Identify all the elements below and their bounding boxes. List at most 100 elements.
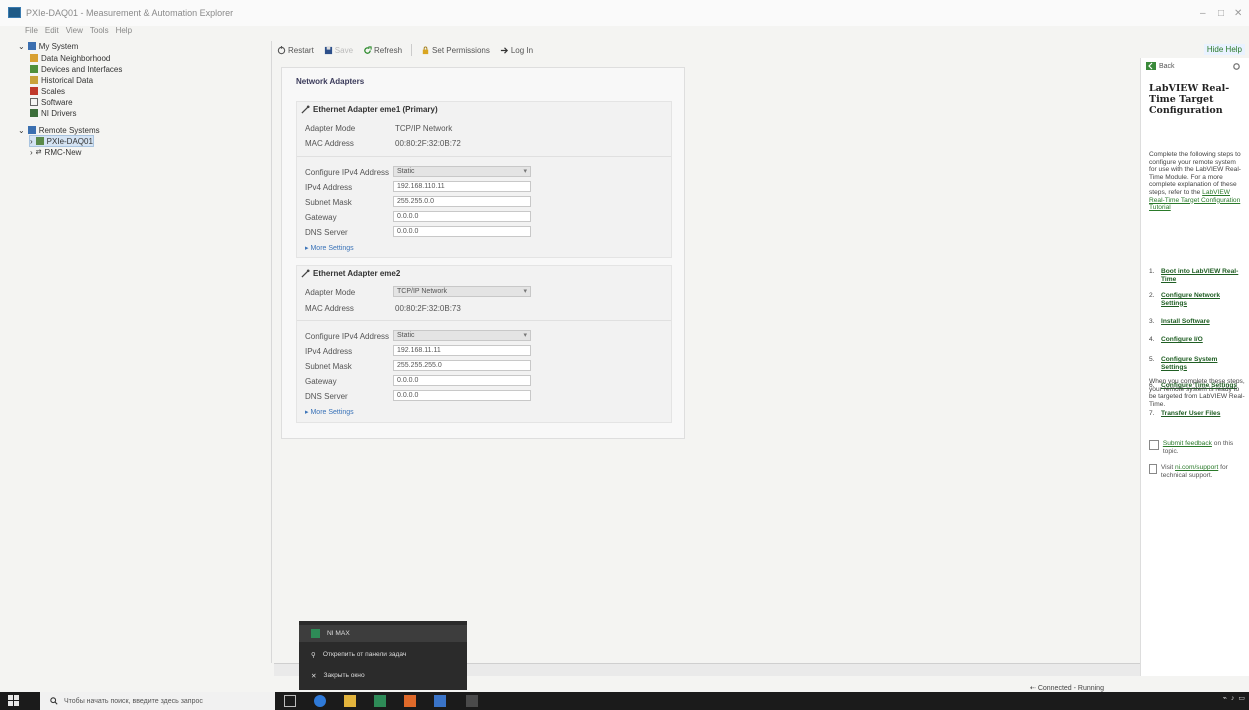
step-item[interactable]: 5. Configure System Settings (1149, 356, 1241, 371)
step-link[interactable]: Install Software (1161, 318, 1241, 326)
taskbar-search-box[interactable]: Чтобы начать поиск, введите здесь запрос (40, 692, 275, 710)
tree-item-data-neighborhood[interactable]: Data Neighborhood (30, 53, 110, 63)
step-item[interactable]: 2. Configure Network Settings (1149, 292, 1241, 307)
jump-list-app[interactable]: NI MAX (299, 625, 467, 642)
save-icon (324, 46, 332, 54)
tree-item-my-system[interactable]: ⌄ My System (18, 41, 78, 51)
task-view-icon[interactable] (284, 695, 296, 707)
configuration-tree: ⌄ My System Data Neighborhood Devices an… (18, 41, 268, 661)
menu-edit[interactable]: Edit (45, 26, 59, 38)
save-button[interactable]: Save (321, 46, 356, 55)
more-settings-link[interactable]: ▸ More Settings (305, 408, 354, 416)
jump-list-app-label: NI MAX (327, 630, 350, 637)
visit-text: Visit (1160, 464, 1174, 471)
tree-item-scales[interactable]: Scales (30, 86, 65, 96)
step-link[interactable]: Configure I/O (1161, 336, 1241, 344)
restart-button[interactable]: Restart (274, 45, 317, 55)
login-label: Log In (510, 45, 534, 55)
gateway-field[interactable]: 0.0.0.0 (393, 375, 531, 386)
browser-icon[interactable] (314, 695, 326, 707)
media-player-icon[interactable] (404, 695, 416, 707)
tree-item-ni-drivers[interactable]: NI Drivers (30, 108, 77, 118)
adapter-mode-select[interactable]: TCP/IP Network (393, 286, 531, 297)
ipv4-address-field[interactable]: 192.168.11.11 (393, 345, 531, 356)
subnet-mask-field[interactable]: 255.255.255.0 (393, 360, 531, 371)
tree-item-rmc[interactable]: › ⇄ RMC-New (30, 147, 81, 157)
login-button[interactable]: Log In (497, 46, 536, 55)
tree-label: My System (38, 41, 79, 51)
chevron-down-icon: ⌄ (18, 125, 25, 135)
step-item[interactable]: 3. Install Software (1149, 318, 1241, 326)
jump-list-unpin[interactable]: ⚲ Открепить от панели задач (299, 646, 467, 663)
step-link[interactable]: Boot into LabVIEW Real-Time (1161, 268, 1241, 283)
adapter-name: Ethernet Adapter eme2 (313, 269, 401, 278)
ni-max-taskbar-icon[interactable] (434, 695, 446, 707)
adapter-header[interactable]: Ethernet Adapter eme1 (Primary) (301, 105, 438, 114)
configure-ipv4-select[interactable]: Static (393, 166, 531, 177)
pane-divider[interactable] (271, 41, 272, 663)
step-item[interactable]: 1. Boot into LabVIEW Real-Time (1149, 268, 1241, 283)
window-title: PXIe-DAQ01 - Measurement & Automation Ex… (26, 8, 234, 18)
tree-item-software[interactable]: Software (30, 97, 73, 107)
app-icon (311, 629, 320, 638)
configure-ipv4-select[interactable]: Static (393, 330, 531, 341)
maximize-button[interactable]: □ (1218, 8, 1224, 19)
app-icon[interactable] (466, 695, 478, 707)
tree-item-target[interactable]: › PXIe-DAQ01 (29, 135, 94, 147)
back-label: Back (1159, 62, 1175, 70)
menu-file[interactable]: File (25, 26, 38, 38)
network-icon[interactable]: ⌁ (1223, 694, 1227, 702)
step-link[interactable]: Configure Network Settings (1161, 292, 1241, 307)
start-button[interactable] (8, 695, 20, 707)
adapter-header[interactable]: Ethernet Adapter eme2 (301, 269, 400, 278)
tree-item-remote-systems[interactable]: ⌄ Remote Systems (18, 125, 100, 135)
divider (297, 156, 671, 157)
file-explorer-icon[interactable] (344, 695, 356, 707)
dns-server-label: DNS Server (305, 392, 348, 401)
feedback-link[interactable]: Submit feedback (1163, 440, 1212, 447)
step-link[interactable]: Transfer User Files (1161, 410, 1241, 418)
dns-server-field[interactable]: 0.0.0.0 (393, 226, 531, 237)
system-tray: ⌁ ♪ ▭ (1223, 694, 1245, 703)
historical-data-icon (30, 76, 38, 84)
step-link[interactable]: Configure System Settings (1161, 356, 1241, 371)
support-row: Visit ni.com/support for technical suppo… (1149, 464, 1249, 479)
ipv4-address-field[interactable]: 192.168.110.11 (393, 181, 531, 192)
menu-view[interactable]: View (66, 26, 83, 38)
set-permissions-button[interactable]: Set Permissions (418, 46, 493, 55)
mac-address-label: MAC Address (305, 304, 354, 313)
volume-icon[interactable]: ♪ (1231, 695, 1235, 702)
minimize-button[interactable]: – (1200, 8, 1206, 19)
gateway-field[interactable]: 0.0.0.0 (393, 211, 531, 222)
link-icon: ⇄ (35, 149, 42, 156)
mac-address-value: 00:80:2F:32:0B:73 (395, 304, 461, 313)
tree-item-historical-data[interactable]: Historical Data (30, 75, 93, 85)
jump-list-close[interactable]: ✕ Закрыть окно (299, 667, 467, 684)
login-arrow-icon (500, 46, 508, 54)
chevron-right-icon: › (30, 136, 33, 146)
scales-icon (30, 87, 38, 95)
subnet-mask-field[interactable]: 255.255.0.0 (393, 196, 531, 207)
software-icon (30, 98, 38, 106)
excel-icon[interactable] (374, 695, 386, 707)
jump-list-close-label: Закрыть окно (323, 672, 365, 679)
step-number: 1. (1149, 268, 1155, 275)
step-item[interactable]: 4. Configure I/O (1149, 336, 1241, 344)
close-button[interactable]: ✕ (1234, 8, 1242, 19)
notification-icon[interactable]: ▭ (1238, 694, 1245, 702)
settings-icon[interactable] (1232, 62, 1241, 71)
step-item[interactable]: 7. Transfer User Files (1149, 410, 1241, 418)
hide-help-button[interactable]: Hide Help (1203, 44, 1245, 55)
help-pane: Back LabVIEW Real-Time Target Configurat… (1140, 58, 1249, 676)
support-link[interactable]: ni.com/support (1175, 464, 1218, 471)
more-settings-link[interactable]: ▸ More Settings (305, 244, 354, 252)
adapter-eme2: Ethernet Adapter eme2 Adapter Mode TCP/I… (296, 265, 672, 423)
tree-label: NI Drivers (41, 108, 77, 118)
tree-item-devices[interactable]: Devices and Interfaces (30, 64, 122, 74)
menu-tools[interactable]: Tools (90, 26, 109, 38)
menu-help[interactable]: Help (116, 26, 132, 38)
title-bar: PXIe-DAQ01 - Measurement & Automation Ex… (0, 0, 1249, 26)
dns-server-field[interactable]: 0.0.0.0 (393, 390, 531, 401)
refresh-button[interactable]: Refresh (360, 46, 405, 55)
help-back-button[interactable]: Back (1146, 62, 1175, 70)
